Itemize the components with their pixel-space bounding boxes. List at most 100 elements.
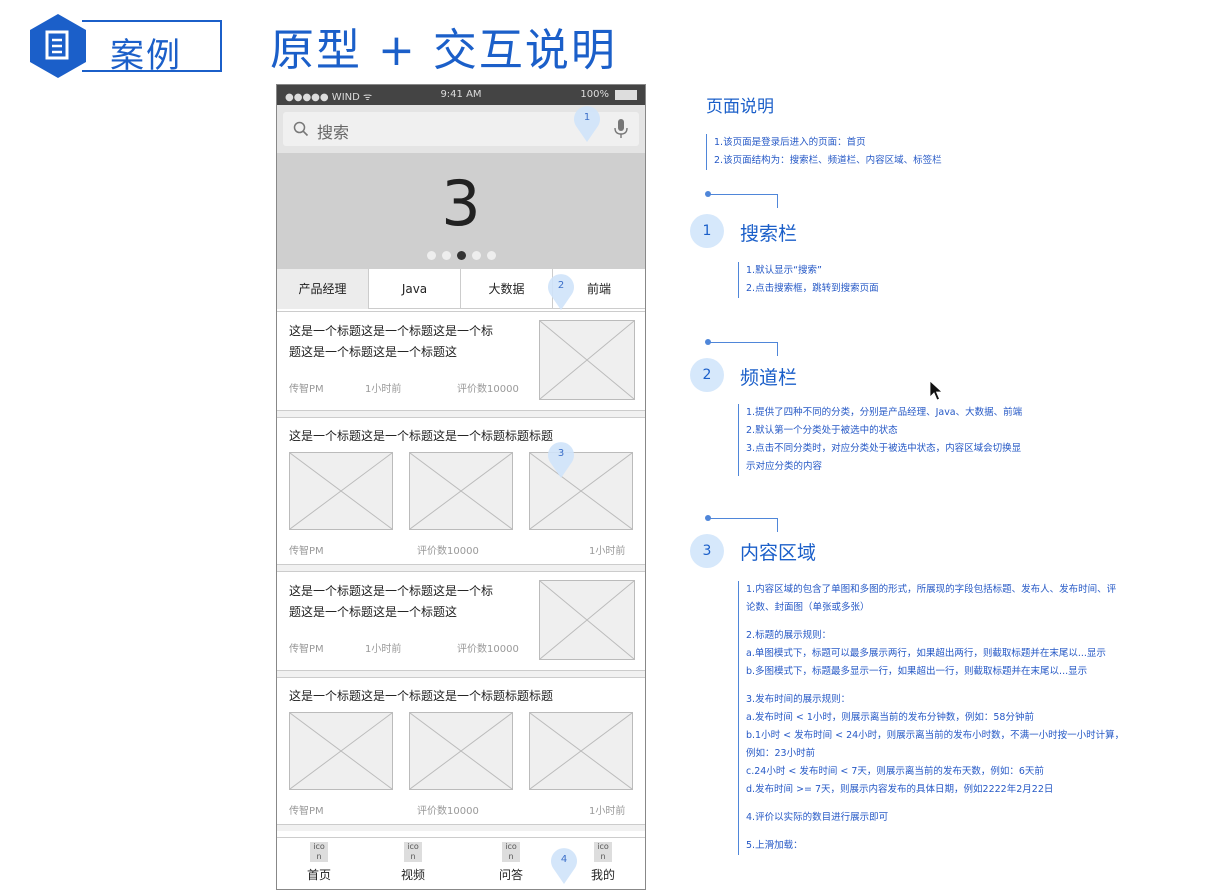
note-line: a.单图模式下，标题可以最多展示两行，如果超出两行，则截取标题并在末尾以...显… (746, 648, 1106, 659)
content-card-multi[interactable]: 这是一个标题这是一个标题这是一个标题标题标题 传智PM 评价数10000 1小时… (277, 677, 645, 825)
page-title: 原型 + 交互说明 (270, 25, 617, 76)
note-line (746, 827, 1124, 837)
note-line: 4.评价以实际的数目进行展示即可 (746, 812, 889, 823)
section-notes: 1.默认显示“搜索” 2.点击搜索框，跳转到搜索页面 (738, 262, 879, 298)
cover-image (409, 712, 513, 790)
placeholder-icon: ico n (404, 842, 422, 862)
carousel-dot[interactable] (427, 251, 436, 260)
section-number-badge: 1 (690, 214, 724, 248)
note-line: 例如：23小时前 (746, 748, 816, 759)
note-line: c.24小时 < 发布时间 < 7天，则展示离当前的发布天数，例如：6天前 (746, 766, 1044, 777)
phone-prototype: ●●●●● WIND ᯤ 9:41 AM 100% 搜索 3 产品经理 Java 大… (276, 84, 646, 890)
section-number-badge: 2 (690, 358, 724, 392)
marker-pin-2: 2 (546, 272, 576, 312)
mouse-cursor-icon (929, 380, 943, 401)
card-reviews: 评价数10000 (457, 384, 519, 395)
note-line: d.发布时间 >= 7天，则展示内容发布的具体日期，例如2222年2月22日 (746, 784, 1054, 795)
content-card-single[interactable]: 这是一个标题这是一个标题这是一个标 题这是一个标题这是一个标题这 传智PM 1小… (277, 571, 645, 671)
note-line: 论数、封面图（单张或多张） (746, 602, 870, 613)
card-title-line: 这是一个标题这是一个标题这是一个标 (289, 324, 494, 338)
section-number-badge: 3 (690, 534, 724, 568)
battery-percent: 100% (580, 89, 609, 100)
page-description-title: 页面说明 (706, 97, 774, 117)
channel-tabs: 产品经理 Java 大数据 前端 (277, 269, 645, 309)
banner-number: 3 (441, 167, 481, 240)
note-line: 3.发布时间的展示规则： (746, 694, 851, 705)
marker-number: 1 (583, 112, 591, 123)
cover-image (289, 712, 393, 790)
note-line (746, 617, 1124, 627)
card-author: 传智PM (289, 546, 324, 557)
section-heading: 搜索栏 (740, 223, 798, 245)
cover-image (529, 712, 633, 790)
note-line (746, 681, 1124, 691)
placeholder-icon: ico n (502, 842, 520, 862)
tab-bar-label: 视频 (400, 868, 425, 882)
card-title: 这是一个标题这是一个标题这是一个标题标题标题 (289, 689, 554, 703)
tab-bar-label: 问答 (498, 868, 523, 882)
marker-number: 4 (560, 854, 568, 865)
card-author: 传智PM (289, 806, 324, 817)
note-line (746, 799, 1124, 809)
card-reviews: 评价数10000 (417, 806, 479, 817)
content-card-single[interactable]: 这是一个标题这是一个标题这是一个标 题这是一个标题这是一个标题这 传智PM 1小… (277, 311, 645, 411)
tab-bar: ico n 首页 ico n 视频 ico n 问答 ico n 我的 (277, 837, 645, 889)
section-heading: 频道栏 (740, 367, 798, 389)
note-line: a.发布时间 < 1小时，则展示离当前的发布分钟数，例如：58分钟前 (746, 712, 1034, 723)
carousel-dot[interactable] (457, 251, 466, 260)
card-title-line: 这是一个标题这是一个标题这是一个标 (289, 584, 494, 598)
card-reviews: 评价数10000 (417, 546, 479, 557)
content-card-multi[interactable]: 这是一个标题这是一个标题这是一个标题标题标题 传智PM 评价数10000 1小时… (277, 417, 645, 565)
section-heading: 内容区域 (740, 542, 817, 564)
note-line: 2.点击搜索框，跳转到搜索页面 (746, 283, 879, 294)
channel-tab[interactable]: 大数据 (461, 269, 553, 309)
note-line: 5.上滑加载： (746, 840, 803, 851)
search-icon (293, 121, 309, 137)
note-line: 1.默认显示“搜索” (746, 265, 822, 276)
cover-image (409, 452, 513, 530)
card-author: 传智PM (289, 644, 324, 655)
marker-number: 3 (557, 448, 565, 459)
card-time: 1小时前 (589, 806, 626, 817)
microphone-icon[interactable] (613, 118, 629, 140)
note-line: 1.提供了四种不同的分类，分别是产品经理、Java、大数据、前端 (746, 407, 1023, 418)
section-notes: 1.提供了四种不同的分类，分别是产品经理、Java、大数据、前端 2.默认第一个分… (738, 404, 1022, 476)
cover-image (289, 452, 393, 530)
note-line: 2.标题的展示规则： (746, 630, 832, 641)
tab-bar-item[interactable]: ico n 首页 (289, 838, 349, 889)
channel-tab[interactable]: Java (369, 269, 461, 309)
note-line: 1.该页面是登录后进入的页面：首页 (714, 137, 866, 148)
marker-pin-4: 4 (549, 846, 579, 886)
case-label-box: 案例 (82, 20, 222, 76)
note-line: 3.点击不同分类时，对应分类处于被选中状态，内容区域会切换显 (746, 443, 1022, 454)
marker-number: 2 (557, 280, 565, 291)
banner-carousel[interactable]: 3 (277, 153, 645, 269)
note-line: b.多图模式下，标题最多显示一行，如果超出一行，则截取标题并在末尾以...显示 (746, 666, 1088, 677)
placeholder-icon: ico n (594, 842, 612, 862)
section-bracket (705, 191, 778, 208)
carousel-dot[interactable] (442, 251, 451, 260)
channel-tab[interactable]: 产品经理 (277, 269, 369, 309)
search-placeholder: 搜索 (317, 123, 350, 142)
cover-image (539, 580, 635, 660)
placeholder-icon: ico n (310, 842, 328, 862)
tab-bar-item[interactable]: ico n 我的 (573, 838, 633, 889)
status-bar: ●●●●● WIND ᯤ 9:41 AM 100% (277, 85, 645, 105)
note-line: 示对应分类的内容 (746, 461, 823, 472)
card-title: 这是一个标题这是一个标题这是一个标题标题标题 (289, 429, 554, 443)
page-description-notes: 1.该页面是登录后进入的页面：首页 2.该页面结构为：搜索栏、频道栏、内容区域、标… (706, 134, 942, 170)
tab-bar-item[interactable]: ico n 问答 (481, 838, 541, 889)
card-reviews: 评价数10000 (457, 644, 519, 655)
battery-icon (615, 90, 637, 100)
card-time: 1小时前 (589, 546, 626, 557)
carousel-dot[interactable] (487, 251, 496, 260)
tab-bar-label: 首页 (306, 868, 331, 882)
note-line: 2.该页面结构为：搜索栏、频道栏、内容区域、标签栏 (714, 155, 942, 166)
cover-image (529, 452, 633, 530)
cover-image (539, 320, 635, 400)
carousel-dot[interactable] (472, 251, 481, 260)
section-bracket (705, 515, 778, 532)
note-line: 1.内容区域的包含了单图和多图的形式，所展现的字段包括标题、发布人、发布时间、评 (746, 584, 1117, 595)
note-line: 2.默认第一个分类处于被选中的状态 (746, 425, 898, 436)
tab-bar-item[interactable]: ico n 视频 (383, 838, 443, 889)
